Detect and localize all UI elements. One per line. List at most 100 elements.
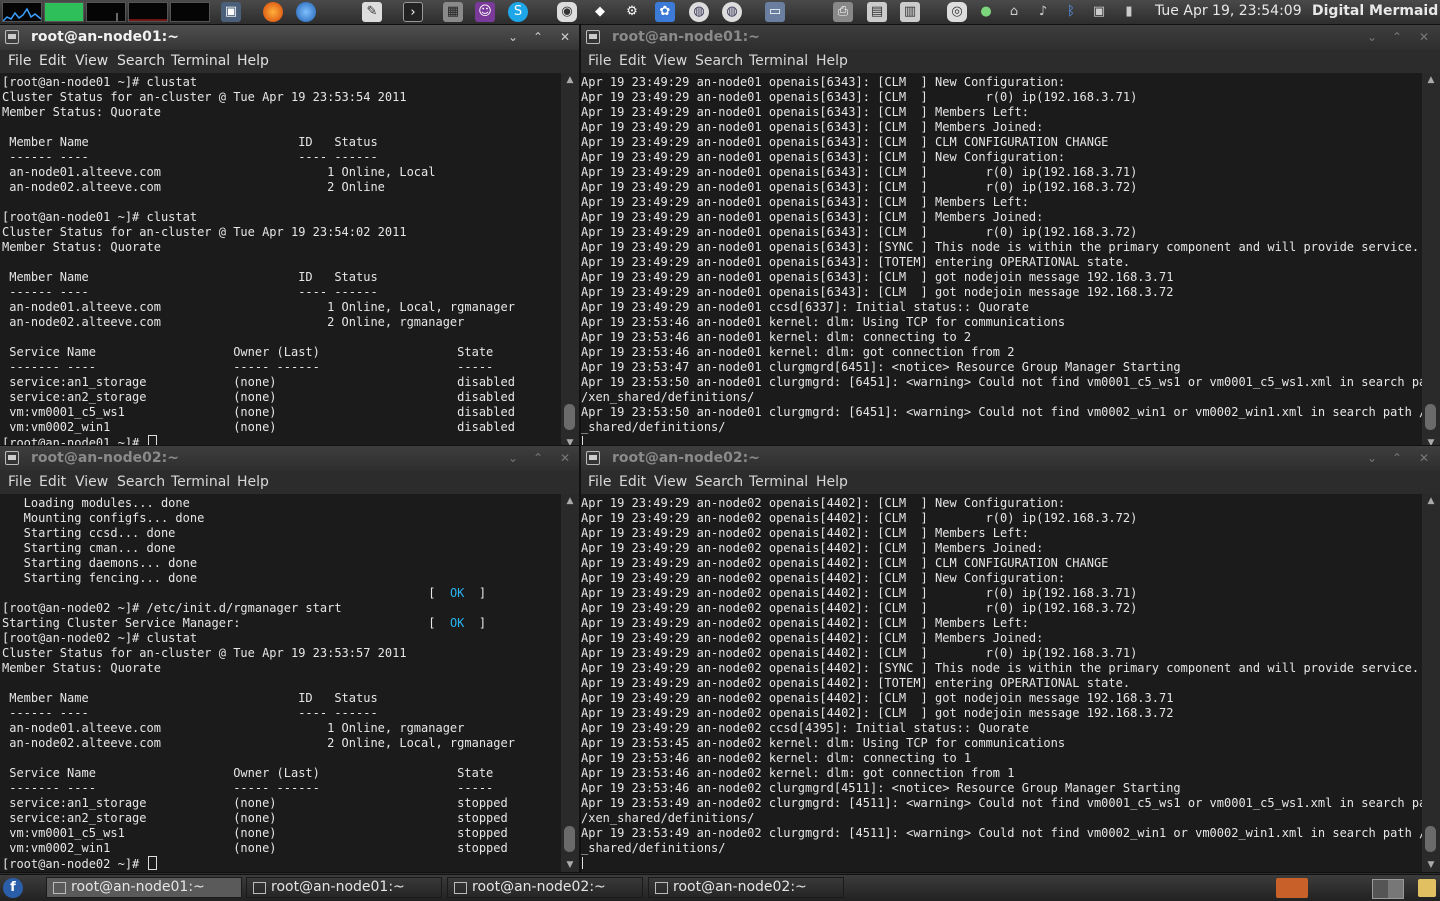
menu-view[interactable]: View (75, 53, 108, 69)
menu-file[interactable]: File (588, 474, 611, 490)
terminal-output[interactable]: Apr 19 23:49:29 an-node01 openais[6343]:… (581, 73, 1422, 450)
scroll-down-arrow-icon[interactable]: ▼ (561, 858, 579, 872)
firefox-icon[interactable] (263, 2, 283, 22)
maximize-button[interactable]: ⌃ (529, 449, 547, 467)
network-tools-icon[interactable]: ◆ (590, 2, 610, 22)
menu-search[interactable]: Search (117, 474, 165, 490)
menu-edit[interactable]: Edit (619, 474, 646, 490)
titlebar[interactable]: root@an-node01:~ ⌄ ⌃ ✕ (581, 25, 1440, 50)
close-button[interactable]: ✕ (556, 449, 574, 467)
menu-terminal[interactable]: Terminal (749, 474, 808, 490)
monitor-icon[interactable]: ▭ (765, 2, 785, 22)
menu-terminal[interactable]: Terminal (171, 474, 230, 490)
bluetooth-icon[interactable]: ᛒ (1061, 2, 1081, 22)
menu-file[interactable]: File (8, 474, 31, 490)
menu-help[interactable]: Help (237, 474, 269, 490)
network-status-icon[interactable]: ● (976, 2, 996, 22)
terminal-window-node02-log[interactable]: root@an-node02:~ ⌄ ⌃ ✕ File Edit View Se… (581, 446, 1440, 872)
firefox-task-icon[interactable] (1276, 878, 1308, 898)
notes-icon[interactable]: ▥ (900, 2, 920, 22)
thunderbird-icon[interactable] (296, 2, 316, 22)
console-icon[interactable]: › (403, 2, 423, 22)
load-monitor[interactable] (170, 2, 210, 22)
terminal-output[interactable]: [root@an-node01 ~]# clustat Cluster Stat… (0, 73, 561, 450)
photo-icon[interactable]: ✿ (655, 2, 675, 22)
titlebar[interactable]: root@an-node02:~ ⌄ ⌃ ✕ (0, 446, 579, 471)
titlebar[interactable]: root@an-node02:~ ⌄ ⌃ ✕ (581, 446, 1440, 471)
menu-search[interactable]: Search (695, 474, 743, 490)
scroll-up-arrow-icon[interactable]: ▲ (561, 73, 579, 87)
minimize-button[interactable]: ⌄ (1363, 449, 1381, 467)
close-button[interactable]: ✕ (556, 28, 574, 46)
scrollbar[interactable]: ▲ ▼ (561, 73, 579, 450)
menu-view[interactable]: View (654, 474, 687, 490)
calculator-icon[interactable]: ▦ (443, 2, 463, 22)
menu-help[interactable]: Help (816, 474, 848, 490)
scroll-up-arrow-icon[interactable]: ▲ (1422, 73, 1440, 87)
terminal-output[interactable]: Loading modules... done Mounting configf… (0, 494, 561, 872)
clipboard-icon[interactable]: ▤ (867, 2, 887, 22)
skype-icon[interactable]: S (508, 2, 528, 22)
scrollbar[interactable]: ▲ ▼ (1422, 494, 1440, 872)
terminal-output[interactable]: Apr 19 23:49:29 an-node02 openais[4402]:… (581, 494, 1422, 872)
disk-monitor[interactable] (128, 2, 168, 22)
browser-icon[interactable]: ◍ (689, 2, 709, 22)
scrollbar-thumb[interactable] (564, 826, 575, 852)
minimize-button[interactable]: ⌄ (504, 28, 522, 46)
update-icon[interactable]: ◎ (947, 2, 967, 22)
menu-view[interactable]: View (75, 474, 108, 490)
scroll-up-arrow-icon[interactable]: ▲ (1422, 494, 1440, 508)
close-button[interactable]: ✕ (1415, 449, 1433, 467)
menu-terminal[interactable]: Terminal (749, 53, 808, 69)
printer-icon[interactable]: ⎙ (833, 2, 853, 22)
system-monitor-icon[interactable]: ◉ (557, 2, 577, 22)
user-menu[interactable]: Digital Mermaid (1312, 3, 1438, 19)
scrollbar-thumb[interactable] (1425, 826, 1436, 852)
menu-edit[interactable]: Edit (619, 53, 646, 69)
task-button-2[interactable]: root@an-node01:~ (246, 877, 442, 898)
volume-icon[interactable]: ♪ (1033, 2, 1053, 22)
terminal-window-node01-log[interactable]: root@an-node01:~ ⌄ ⌃ ✕ File Edit View Se… (581, 25, 1440, 450)
battery-icon[interactable]: ▮ (1119, 2, 1139, 22)
menu-file[interactable]: File (588, 53, 611, 69)
menu-edit[interactable]: Edit (39, 474, 66, 490)
scrollbar-thumb[interactable] (1425, 404, 1436, 430)
clock[interactable]: Tue Apr 19, 23:54:09 (1155, 3, 1302, 19)
browser-2-icon[interactable]: ◍ (722, 2, 742, 22)
wired-network-icon[interactable]: ⌂ (1004, 2, 1024, 22)
task-button-4[interactable]: root@an-node02:~ (648, 877, 844, 898)
terminal-window-node01-clustat[interactable]: root@an-node01:~ ⌄ ⌃ ✕ File Edit View Se… (0, 25, 579, 450)
text-editor-icon[interactable]: ✎ (362, 2, 382, 22)
menu-file[interactable]: File (8, 53, 31, 69)
maximize-button[interactable]: ⌃ (1388, 449, 1406, 467)
fedora-menu-icon[interactable]: f (3, 878, 23, 898)
package-icon[interactable]: ⚙ (622, 2, 642, 22)
memory-monitor[interactable] (44, 2, 84, 22)
workspace-switcher[interactable] (1372, 879, 1404, 899)
maximize-button[interactable]: ⌃ (529, 28, 547, 46)
display-icon[interactable]: ▣ (1089, 2, 1109, 22)
menu-help[interactable]: Help (816, 53, 848, 69)
close-button[interactable]: ✕ (1415, 28, 1433, 46)
scroll-up-arrow-icon[interactable]: ▲ (561, 494, 579, 508)
terminal-launcher-icon[interactable]: ▣ (221, 2, 241, 22)
task-button-1[interactable]: root@an-node01:~ (46, 877, 242, 898)
task-button-3[interactable]: root@an-node02:~ (447, 877, 643, 898)
minimize-button[interactable]: ⌄ (1363, 28, 1381, 46)
maximize-button[interactable]: ⌃ (1388, 28, 1406, 46)
trash-icon[interactable] (1418, 879, 1436, 897)
scrollbar-thumb[interactable] (564, 404, 575, 430)
menu-edit[interactable]: Edit (39, 53, 66, 69)
menu-view[interactable]: View (654, 53, 687, 69)
cpu-monitor[interactable] (2, 2, 42, 22)
titlebar[interactable]: root@an-node01:~ ⌄ ⌃ ✕ (0, 25, 579, 50)
network-monitor[interactable] (86, 2, 126, 22)
menu-search[interactable]: Search (695, 53, 743, 69)
scroll-down-arrow-icon[interactable]: ▼ (1422, 858, 1440, 872)
menu-search[interactable]: Search (117, 53, 165, 69)
terminal-window-node02-clustat[interactable]: root@an-node02:~ ⌄ ⌃ ✕ File Edit View Se… (0, 446, 579, 872)
menu-help[interactable]: Help (237, 53, 269, 69)
chat-icon[interactable]: ☺ (475, 2, 495, 22)
minimize-button[interactable]: ⌄ (504, 449, 522, 467)
scrollbar[interactable]: ▲ ▼ (1422, 73, 1440, 450)
